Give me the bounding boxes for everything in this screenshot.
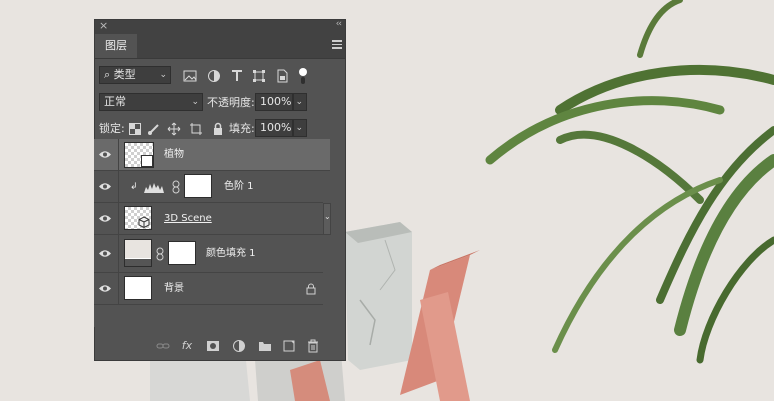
lock-artboard-icon[interactable] <box>189 122 203 136</box>
row-divider <box>118 171 119 202</box>
collapse-icon[interactable]: ‹‹ <box>336 19 342 29</box>
add-mask-icon[interactable] <box>206 339 220 353</box>
trash-icon[interactable] <box>306 339 320 353</box>
visibility-toggle[interactable] <box>94 139 118 170</box>
layer-thumbnail <box>124 142 154 168</box>
search-icon: ⌕ <box>104 68 111 81</box>
lock-image-icon[interactable] <box>147 122 161 136</box>
lock-icon <box>306 283 316 295</box>
layer-thumbnail <box>124 276 152 300</box>
layer-name[interactable]: 颜色填充 1 <box>206 247 256 261</box>
filter-toggle[interactable] <box>299 68 307 84</box>
visibility-toggle[interactable] <box>94 235 118 272</box>
layer-row-levels[interactable]: ↲ 色阶 1 <box>94 171 323 203</box>
layer-row-plant[interactable]: 植物 <box>94 139 330 171</box>
lock-label: 锁定: <box>99 122 125 135</box>
blend-mode-value: 正常 <box>104 95 126 108</box>
shape-filter-icon[interactable] <box>252 69 266 83</box>
clip-arrow-icon: ↲ <box>130 182 138 192</box>
lock-position-icon[interactable] <box>167 122 181 136</box>
close-icon[interactable]: × <box>99 19 108 32</box>
layer-list: 植物 ↲ 色阶 1 3D Scene ⌄ 颜色填充 1 背景 <box>94 139 338 327</box>
link-icon[interactable] <box>172 180 180 194</box>
opacity-label: 不透明度: <box>207 96 255 109</box>
lock-row: 锁定: 填充: 100% ⌄ <box>95 118 345 140</box>
layer-name[interactable]: 植物 <box>164 148 184 162</box>
link-icon[interactable] <box>156 247 164 261</box>
visibility-toggle[interactable] <box>94 171 118 202</box>
eye-icon <box>99 250 111 257</box>
layer-name[interactable]: 色阶 1 <box>224 180 254 194</box>
layer-mask-thumbnail <box>168 241 196 265</box>
panel-menu-icon[interactable] <box>332 40 342 51</box>
chevron-down-icon: ⌄ <box>191 97 199 107</box>
fill-slider-toggle[interactable]: ⌄ <box>293 119 307 137</box>
panel-titlebar: × ‹‹ <box>95 19 345 34</box>
panel-tabbar: 图层 <box>95 34 345 59</box>
layer-thumbnail <box>124 206 152 230</box>
filter-kind-select[interactable]: ⌕ 类型 ⌄ <box>99 66 171 84</box>
filter-kind-label: 类型 <box>113 68 136 81</box>
cube-3d-icon <box>138 216 150 228</box>
tab-layers[interactable]: 图层 <box>95 34 137 58</box>
type-filter-icon[interactable] <box>230 69 244 83</box>
chevron-down-icon: ⌄ <box>295 123 303 133</box>
eye-icon <box>99 183 111 190</box>
layer-row-color-fill[interactable]: 颜色填充 1 <box>94 235 323 273</box>
levels-adjustment-icon <box>144 183 164 193</box>
expand-effects-toggle[interactable]: ⌄ <box>323 203 331 235</box>
chevron-down-icon: ⌄ <box>324 212 331 221</box>
eye-icon <box>99 285 111 292</box>
fill-label: 填充: <box>229 122 255 135</box>
visibility-toggle[interactable] <box>94 203 118 234</box>
lock-transparent-icon[interactable] <box>129 123 143 137</box>
adjustment-filter-icon[interactable] <box>207 69 221 83</box>
eye-icon <box>99 215 111 222</box>
fx-icon[interactable]: fx <box>180 339 194 353</box>
panel-footer: fx <box>94 333 346 359</box>
smart-object-filter-icon[interactable] <box>275 69 289 83</box>
layer-row-3d-scene[interactable]: 3D Scene <box>94 203 323 235</box>
image-filter-icon[interactable] <box>183 69 197 83</box>
chevron-down-icon: ⌄ <box>295 97 303 107</box>
fill-slider-strip <box>125 258 151 266</box>
layer-name[interactable]: 3D Scene <box>164 212 212 226</box>
row-divider <box>118 139 119 170</box>
smart-object-badge-icon <box>141 155 153 167</box>
folder-icon[interactable] <box>258 339 272 353</box>
filter-row: ⌕ 类型 ⌄ <box>95 65 345 87</box>
layer-row-background[interactable]: 背景 <box>94 273 323 305</box>
chevron-down-icon: ⌄ <box>159 70 167 80</box>
new-adjustment-icon[interactable] <box>232 339 246 353</box>
blend-row: 正常 ⌄ 不透明度: 100% ⌄ <box>95 92 345 114</box>
opacity-input[interactable]: 100% <box>255 93 293 111</box>
fill-input[interactable]: 100% <box>255 119 293 137</box>
layer-name[interactable]: 背景 <box>164 282 184 296</box>
lock-all-icon[interactable] <box>211 122 225 136</box>
visibility-toggle[interactable] <box>94 273 118 304</box>
layer-mask-thumbnail <box>184 174 212 198</box>
row-divider <box>118 235 119 272</box>
new-layer-icon[interactable] <box>282 339 296 353</box>
row-divider <box>118 273 119 304</box>
fill-color-thumbnail <box>124 239 152 267</box>
link-layers-icon[interactable] <box>156 339 170 353</box>
blend-mode-select[interactable]: 正常 ⌄ <box>99 93 203 111</box>
row-divider <box>118 203 119 234</box>
eye-icon <box>99 151 111 158</box>
opacity-slider-toggle[interactable]: ⌄ <box>293 93 307 111</box>
